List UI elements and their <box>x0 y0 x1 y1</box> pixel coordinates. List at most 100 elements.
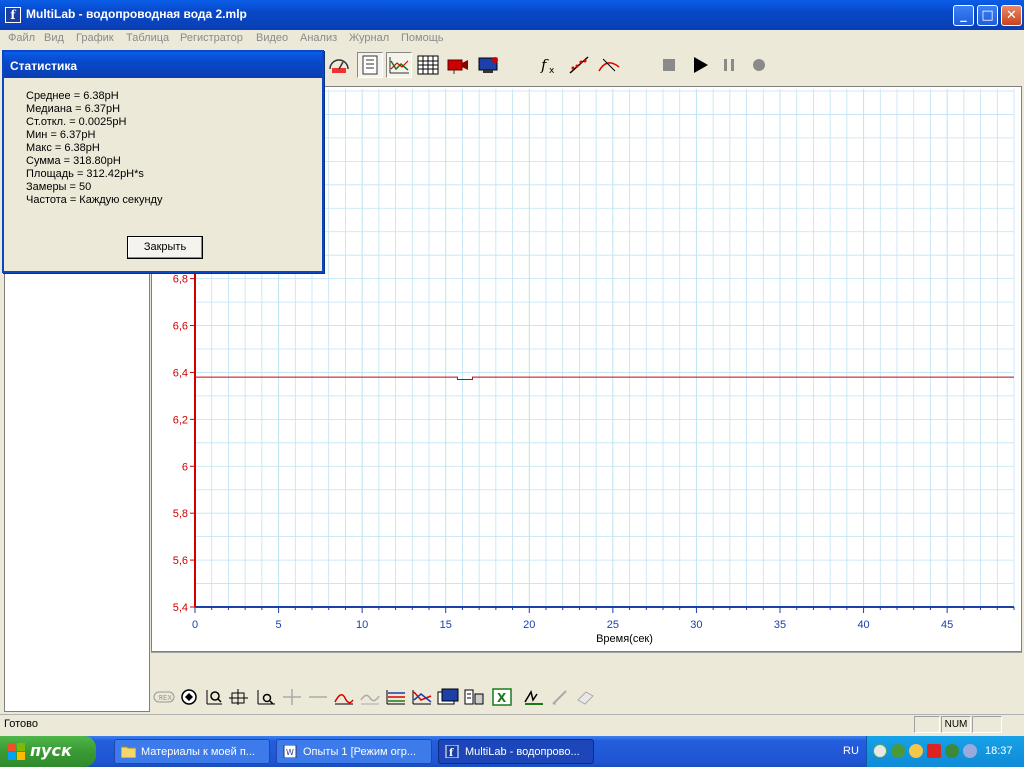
statistics-dialog: Статистика Среднее = 6.38pH Медиана = 6.… <box>2 50 324 273</box>
update-icon[interactable] <box>891 744 905 758</box>
stat-stddev: Ст.откл. = 0.0025pH <box>26 116 127 128</box>
derivative-curve-icon[interactable] <box>359 687 381 707</box>
status-cell-caps <box>914 716 940 733</box>
menu-help[interactable]: Помощь <box>401 32 444 44</box>
start-button[interactable]: пуск <box>0 736 96 767</box>
x-tick-label: 20 <box>523 619 535 631</box>
x-tick-label: 25 <box>607 619 619 631</box>
task-word-label: Опыты 1 [Режим огр... <box>303 746 417 758</box>
menu-file[interactable]: Файл <box>8 32 35 44</box>
security-shield-icon[interactable] <box>945 744 959 758</box>
y-tick-label: 6,2 <box>173 414 188 426</box>
zoom-icon[interactable] <box>255 687 277 707</box>
excel-export-icon[interactable]: X <box>491 687 513 707</box>
pan-hand-icon[interactable] <box>178 687 200 707</box>
window-title: MultiLab - водопроводная вода 2.mlp <box>26 7 247 21</box>
stat-max: Макс = 6.38pH <box>26 142 100 154</box>
start-label: пуск <box>30 741 72 760</box>
multilab-task-icon: f <box>445 745 459 758</box>
data-window-icon[interactable] <box>437 687 459 707</box>
menu-analysis[interactable]: Анализ <box>300 32 337 44</box>
pause-icon[interactable] <box>716 52 742 78</box>
function-fx-icon[interactable]: fx <box>537 52 563 78</box>
menu-logger[interactable]: Регистратор <box>180 32 243 44</box>
svg-text:f: f <box>449 748 454 758</box>
svg-text:x: x <box>549 66 555 75</box>
linear-fit-icon[interactable] <box>566 52 592 78</box>
zoom-region-icon[interactable] <box>203 687 225 707</box>
dialog-title: Статистика <box>4 52 322 78</box>
close-window-button[interactable]: ✕ <box>1001 5 1022 26</box>
close-dialog-button[interactable]: Закрыть <box>127 236 203 259</box>
task-word-document[interactable]: W Опыты 1 [Режим огр... <box>276 739 432 764</box>
status-text: Готово <box>4 718 38 730</box>
network-icon[interactable] <box>873 744 887 758</box>
video-camera-icon[interactable] <box>445 52 471 78</box>
menu-graph[interactable]: График <box>76 32 114 44</box>
document-icon: W <box>283 745 297 758</box>
x-tick-label: 30 <box>690 619 702 631</box>
language-indicator[interactable]: RU <box>843 745 859 757</box>
graph-overlay-icon[interactable] <box>411 687 433 707</box>
svg-text:ЯЕХ: ЯЕХ <box>158 694 172 702</box>
x-tick-label: 10 <box>356 619 368 631</box>
stat-samples: Замеры = 50 <box>26 181 92 193</box>
task-materials-label: Материалы к моей п... <box>141 746 255 758</box>
pen-icon[interactable] <box>549 687 571 707</box>
y-tick-label: 6,8 <box>173 274 188 286</box>
task-multilab-label: MultiLab - водопрово... <box>465 746 580 758</box>
x-tick-label: 5 <box>276 619 282 631</box>
stat-area: Площадь = 312.42pH*s <box>26 168 144 180</box>
speaker-icon[interactable] <box>963 744 977 758</box>
graph-toolbar: ЯЕХ X <box>151 682 1022 712</box>
graph-view-icon[interactable] <box>386 52 412 78</box>
menu-journal[interactable]: Журнал <box>349 32 389 44</box>
annotation-icon[interactable] <box>523 687 545 707</box>
menu-video[interactable]: Видео <box>256 32 288 44</box>
svg-text:X: X <box>497 691 507 705</box>
task-materials[interactable]: Материалы к моей п... <box>114 739 270 764</box>
multi-graph-icon[interactable] <box>385 687 407 707</box>
y-tick-label: 5,4 <box>173 602 188 614</box>
autoscale-icon[interactable] <box>229 687 251 707</box>
second-cursor-icon[interactable] <box>307 687 329 707</box>
table-view-icon[interactable] <box>415 52 441 78</box>
stat-mean: Среднее = 6.38pH <box>26 90 119 102</box>
status-cell-scroll <box>972 716 1002 733</box>
smooth-curve-icon[interactable] <box>333 687 355 707</box>
menu-table[interactable]: Таблица <box>126 32 169 44</box>
minimize-button[interactable]: _ <box>953 5 974 26</box>
stat-rate: Частота = Каждую секунду <box>26 194 163 206</box>
stop-icon[interactable] <box>656 52 682 78</box>
play-icon[interactable] <box>687 52 713 78</box>
task-multilab[interactable]: f MultiLab - водопрово... <box>438 739 594 764</box>
meter-icon[interactable] <box>326 52 352 78</box>
x-tick-label: 0 <box>192 619 198 631</box>
svg-text:W: W <box>286 748 294 757</box>
graph-properties-icon[interactable] <box>463 687 485 707</box>
eraser-icon[interactable] <box>575 687 597 707</box>
x-tick-label: 45 <box>941 619 953 631</box>
record-icon[interactable] <box>746 52 772 78</box>
yandex-icon[interactable] <box>927 744 941 758</box>
stat-sum: Сумма = 318.80pH <box>26 155 121 167</box>
x-tick-label: 35 <box>774 619 786 631</box>
curve-fit-icon[interactable] <box>596 52 622 78</box>
statistics-list: Среднее = 6.38pH Медиана = 6.37pH Ст.отк… <box>26 90 162 207</box>
maximize-button[interactable]: □ <box>977 5 998 26</box>
title-bar: f MultiLab - водопроводная вода 2.mlp _ … <box>0 0 1024 30</box>
x-tick-label: 40 <box>857 619 869 631</box>
windows-logo-icon <box>8 743 25 760</box>
video-player-icon[interactable] <box>476 52 502 78</box>
y-tick-label: 5,6 <box>173 555 188 567</box>
text-label-icon[interactable]: ЯЕХ <box>153 687 175 707</box>
svg-text:f: f <box>540 56 549 74</box>
data-map-icon[interactable] <box>357 52 383 78</box>
status-num: NUM <box>941 716 971 733</box>
antivirus-icon[interactable] <box>909 744 923 758</box>
y-tick-label: 6,6 <box>173 321 188 333</box>
x-tick-label: 15 <box>440 619 452 631</box>
crosshair-cursor-icon[interactable] <box>281 687 303 707</box>
menu-view[interactable]: Вид <box>44 32 64 44</box>
multilab-app-icon: f <box>5 7 21 23</box>
